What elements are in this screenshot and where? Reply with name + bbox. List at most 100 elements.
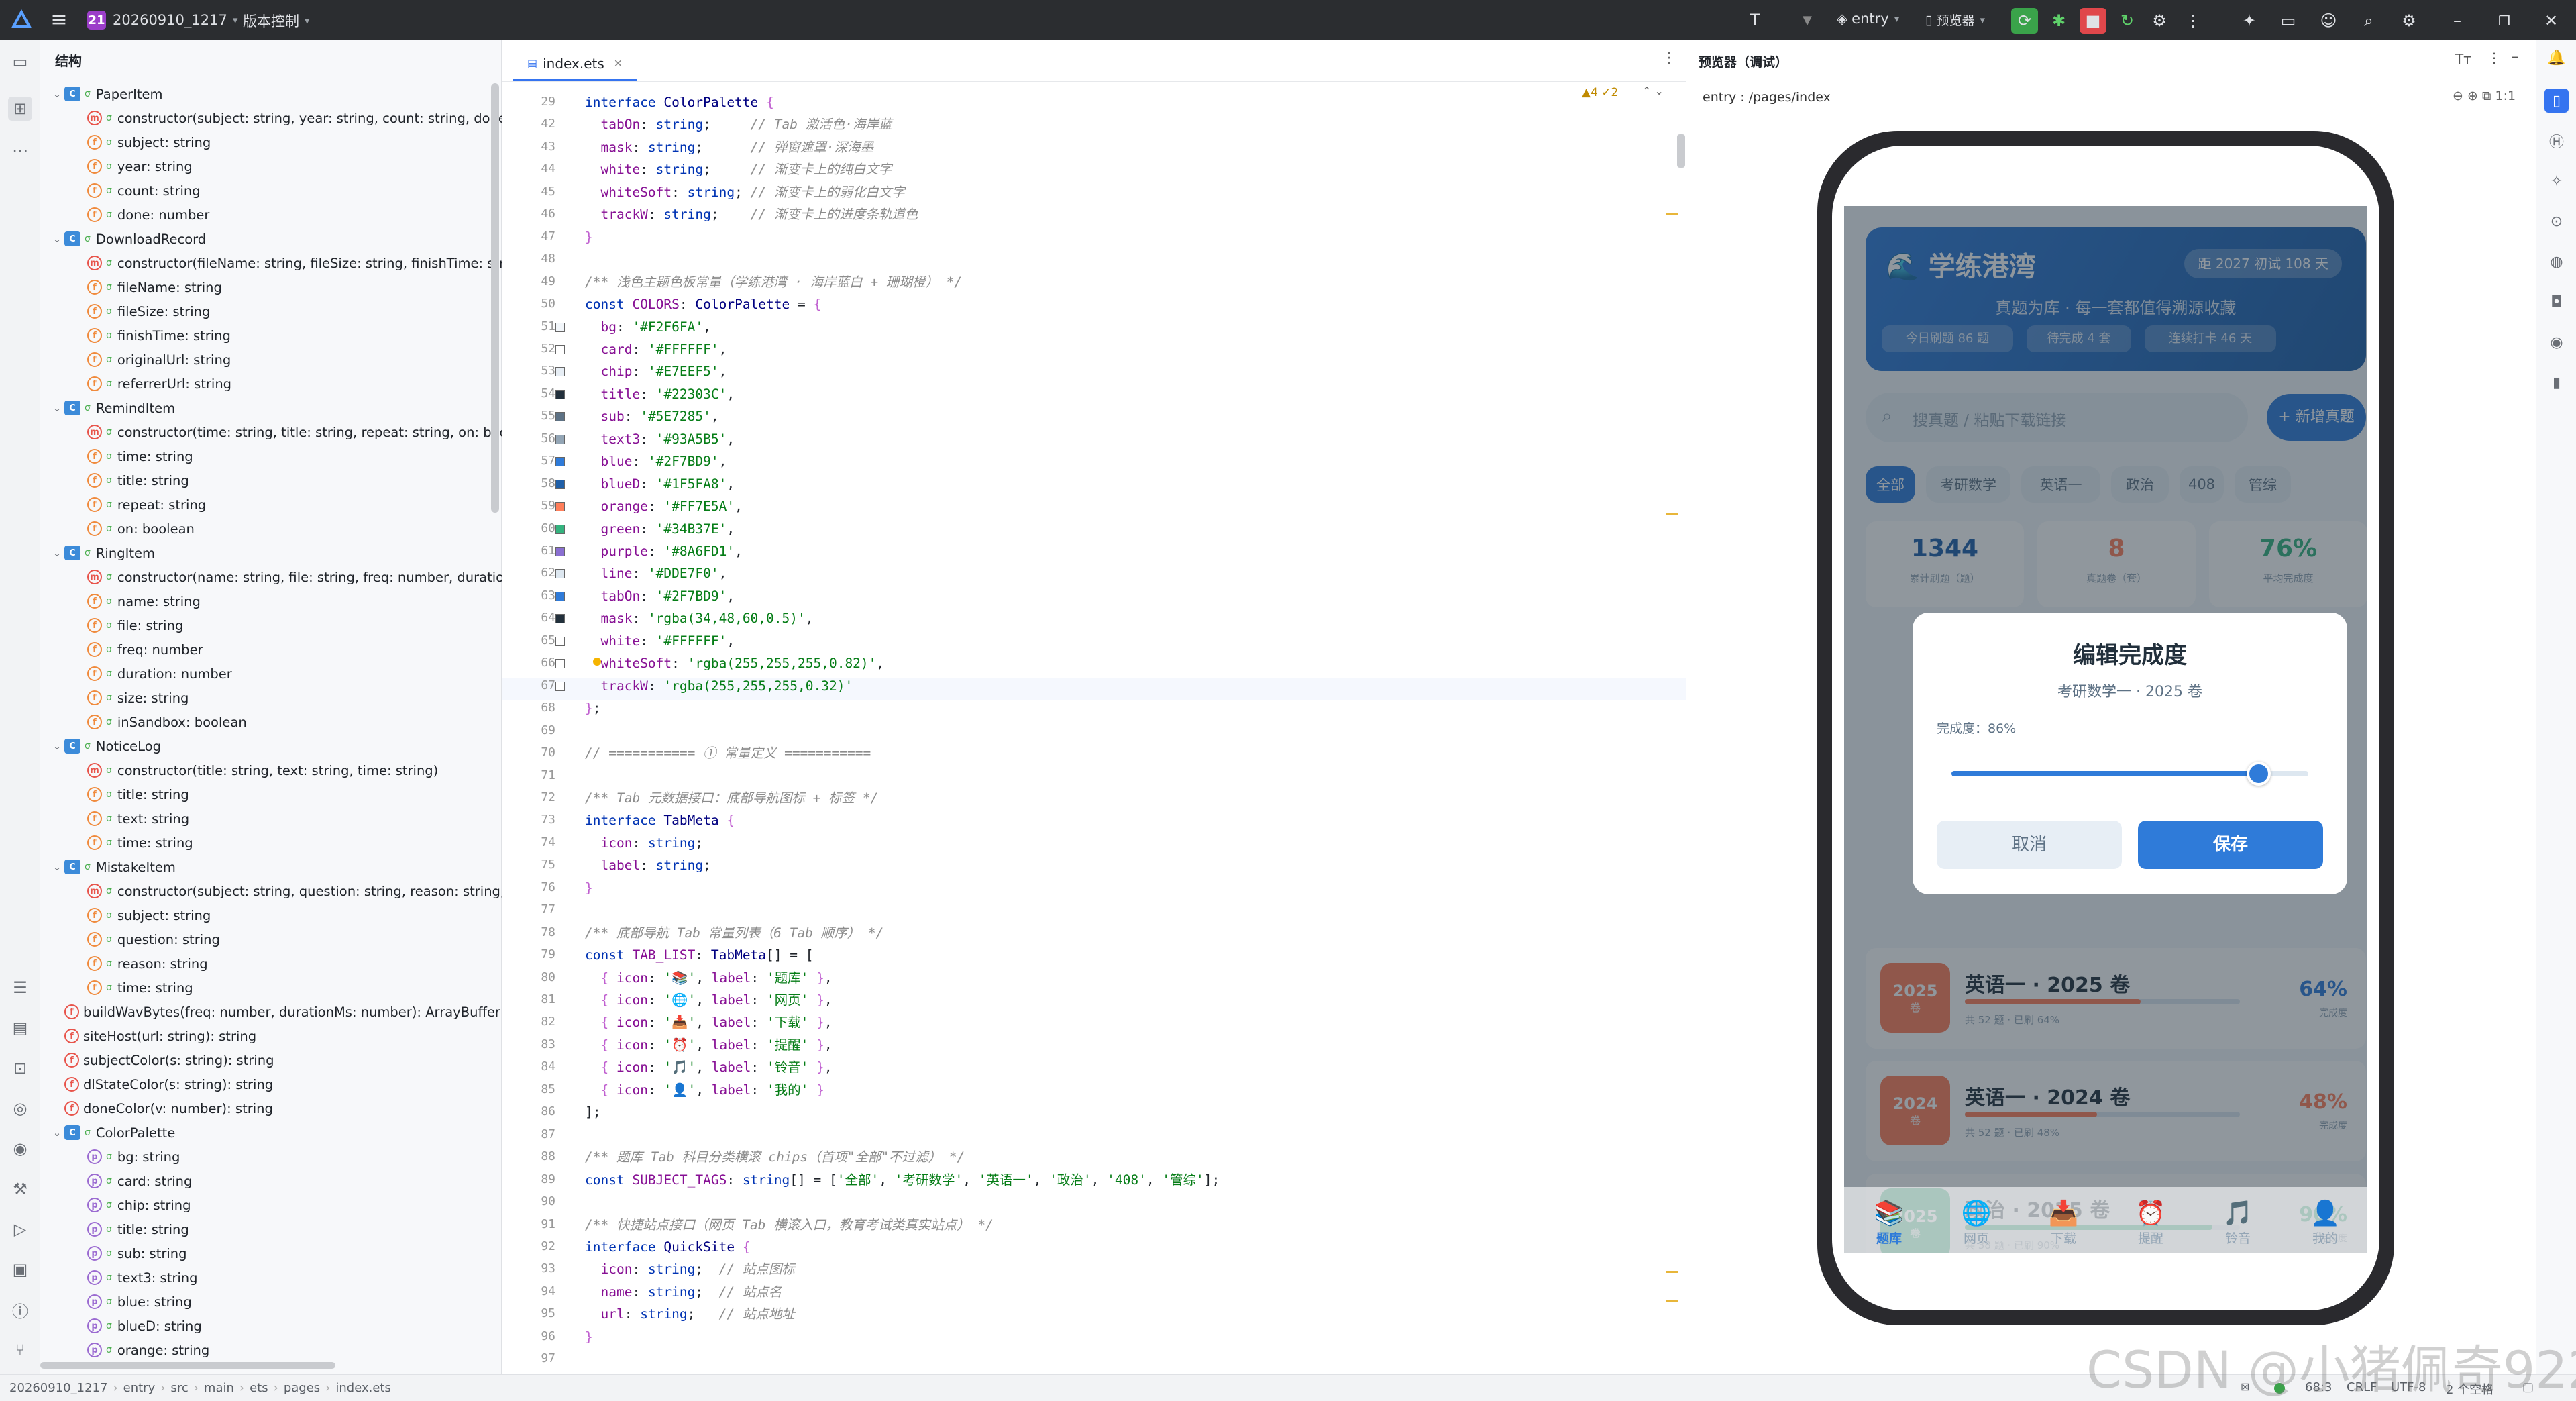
tree-scrollbar[interactable] bbox=[491, 83, 499, 513]
hammer-icon[interactable]: ▼ bbox=[1795, 8, 1819, 32]
minimize-icon[interactable]: – bbox=[2445, 8, 2470, 34]
structure-icon[interactable]: ⊞ bbox=[8, 97, 32, 121]
editor-scrollbar[interactable] bbox=[1677, 134, 1685, 168]
profiler-icon[interactable]: ◎ bbox=[8, 1096, 32, 1121]
debug-bug-icon[interactable]: ✱ bbox=[2046, 8, 2072, 34]
slider-thumb[interactable] bbox=[2246, 762, 2271, 786]
breadcrumb-item[interactable]: pages bbox=[284, 1381, 320, 1395]
harmony-icon[interactable]: Ⓗ bbox=[2544, 129, 2569, 153]
code-linter-icon[interactable]: ⊡ bbox=[8, 1056, 32, 1080]
tree-node[interactable]: f σ question: string bbox=[72, 927, 220, 951]
apply-changes-icon[interactable]: ↻ bbox=[2114, 8, 2140, 34]
tree-node[interactable]: f σ size: string bbox=[72, 686, 189, 710]
account-icon[interactable]: ☺ bbox=[2316, 8, 2341, 34]
tree-node[interactable]: f σ title: string bbox=[72, 782, 189, 807]
tree-node[interactable]: f buildWavBytes(freq: number, durationMs:… bbox=[50, 1000, 500, 1024]
tree-node[interactable]: ⌄ Cσ DownloadRecord bbox=[50, 227, 206, 251]
tree-node[interactable]: f σ title: string bbox=[72, 468, 189, 492]
git-branch-icon[interactable]: ⑂ bbox=[8, 1338, 32, 1362]
camera-icon[interactable]: ◘ bbox=[2544, 290, 2569, 314]
device-manager-icon[interactable]: ✦ bbox=[2237, 8, 2262, 34]
tab-index-ets[interactable]: ▤ index.ets ✕ bbox=[513, 48, 638, 81]
color-swatch-icon[interactable] bbox=[555, 659, 565, 669]
breadcrumb-item[interactable]: main bbox=[204, 1381, 234, 1395]
tree-node[interactable]: f σ freq: number bbox=[72, 637, 203, 662]
color-swatch-icon[interactable] bbox=[555, 389, 565, 399]
warning-marker[interactable] bbox=[1666, 213, 1678, 215]
tree-node[interactable]: f σ fileSize: string bbox=[72, 299, 210, 323]
font-size-icon[interactable]: Tт bbox=[2455, 51, 2471, 67]
warning-marker[interactable] bbox=[1666, 1271, 1678, 1273]
tree-node[interactable]: f subjectColor(s: string): string bbox=[50, 1048, 274, 1072]
build-icon[interactable]: ⚒ bbox=[8, 1177, 32, 1201]
stop-icon[interactable]: ■ bbox=[2080, 8, 2106, 34]
tree-node[interactable]: ⌄ Cσ MistakeItem bbox=[50, 855, 176, 879]
color-swatch-icon[interactable] bbox=[555, 636, 565, 646]
expand-arrow-icon[interactable]: ⌄ bbox=[50, 740, 64, 752]
folder-icon[interactable]: ▭ bbox=[2275, 8, 2301, 34]
cancel-button[interactable]: 取消 bbox=[1937, 821, 2122, 869]
breadcrumb-item[interactable]: index.ets bbox=[335, 1381, 390, 1395]
expand-arrow-icon[interactable]: ⌄ bbox=[50, 88, 64, 100]
tree-node[interactable]: p σ sub: string bbox=[72, 1241, 187, 1265]
breadcrumb-item[interactable]: src bbox=[170, 1381, 188, 1395]
tree-node[interactable]: f σ finishTime: string bbox=[72, 323, 231, 348]
zoom-controls[interactable]: ⊖ ⊕ ⧉ 1:1 bbox=[2453, 89, 2516, 103]
color-swatch-icon[interactable] bbox=[555, 479, 565, 489]
color-swatch-icon[interactable] bbox=[555, 502, 565, 512]
notifications-bell-icon[interactable]: 🔔 bbox=[2544, 46, 2569, 70]
tab-options-icon[interactable]: ⋮ bbox=[1662, 50, 1676, 66]
color-swatch-icon[interactable] bbox=[555, 344, 565, 354]
run-icon[interactable]: ▷ bbox=[8, 1217, 32, 1241]
tree-node[interactable]: f σ time: string bbox=[72, 976, 193, 1000]
tree-node[interactable]: ⌄ Cσ NoticeLog bbox=[50, 734, 161, 758]
warning-marker[interactable] bbox=[1666, 1300, 1678, 1302]
tree-node[interactable]: f σ count: string bbox=[72, 178, 201, 203]
settings-gear-icon[interactable]: ⚙ bbox=[2396, 8, 2422, 34]
tree-node[interactable]: f σ done: number bbox=[72, 203, 209, 227]
project-folder-icon[interactable]: ▭ bbox=[8, 50, 32, 74]
profiler-icon[interactable]: ⚙ bbox=[2147, 8, 2172, 34]
tree-node[interactable]: m σ constructor(subject: string, year: str… bbox=[72, 106, 553, 130]
more-tools-icon[interactable]: ⋯ bbox=[8, 138, 32, 162]
nav-tab[interactable]: ⏰ 提醒 bbox=[2107, 1199, 2194, 1247]
search-icon[interactable]: ⌕ bbox=[2356, 8, 2381, 34]
intention-bulb-icon[interactable] bbox=[593, 658, 601, 666]
services-icon[interactable]: ◉ bbox=[8, 1137, 32, 1161]
progress-slider[interactable] bbox=[1951, 762, 2308, 786]
color-swatch-icon[interactable] bbox=[555, 367, 565, 377]
tree-node[interactable]: m σ constructor(name: string, file: string… bbox=[72, 565, 550, 589]
color-swatch-icon[interactable] bbox=[555, 591, 565, 601]
tree-horizontal-scrollbar[interactable] bbox=[40, 1362, 335, 1369]
tree-node[interactable]: f σ repeat: string bbox=[72, 492, 206, 517]
tree-node[interactable]: ⌄ Cσ ColorPalette bbox=[50, 1121, 176, 1145]
tree-node[interactable]: m σ constructor(title: string, text: strin… bbox=[72, 758, 438, 782]
tree-node[interactable]: m σ constructor(subject: string, question:… bbox=[72, 879, 553, 903]
color-swatch-icon[interactable] bbox=[555, 524, 565, 534]
expand-arrow-icon[interactable]: ⌄ bbox=[50, 547, 64, 559]
color-swatch-icon[interactable] bbox=[555, 614, 565, 624]
tree-node[interactable]: p σ bg: string bbox=[72, 1145, 180, 1169]
inspection-widget[interactable]: ▲4 ✓2 bbox=[1582, 86, 1618, 99]
tree-node[interactable]: f σ fileName: string bbox=[72, 275, 222, 299]
nav-tab[interactable]: 🌐 网页 bbox=[1933, 1199, 2020, 1247]
project-selector[interactable]: 21 20260910_1217 ▾ bbox=[87, 11, 237, 30]
nav-arrows-icon[interactable]: ⌃ ⌄ bbox=[1642, 85, 1664, 97]
tree-node[interactable]: f dlStateColor(s: string): string bbox=[50, 1072, 273, 1096]
nav-tab[interactable]: 👤 我的 bbox=[2282, 1199, 2367, 1247]
color-swatch-icon[interactable] bbox=[555, 412, 565, 422]
tree-node[interactable]: f σ reason: string bbox=[72, 951, 208, 976]
save-button[interactable]: 保存 bbox=[2138, 821, 2323, 869]
more-actions-icon[interactable]: ⋮ bbox=[2180, 8, 2206, 34]
color-swatch-icon[interactable] bbox=[555, 547, 565, 556]
tree-node[interactable]: ⌄ Cσ PaperItem bbox=[50, 82, 163, 106]
maximize-icon[interactable]: ❐ bbox=[2491, 8, 2517, 34]
tree-node[interactable]: p σ card: string bbox=[72, 1169, 192, 1193]
device-selector[interactable]: ▯ 预览器 ▾ bbox=[1925, 11, 1985, 29]
refresh-run-icon[interactable]: ⟳ bbox=[2011, 8, 2038, 34]
tree-node[interactable]: f σ subject: string bbox=[72, 903, 211, 927]
eye-icon[interactable]: ◉ bbox=[2544, 330, 2569, 354]
vcs-menu[interactable]: 版本控制 ▾ bbox=[243, 11, 310, 31]
tree-node[interactable]: p σ blue: string bbox=[72, 1290, 192, 1314]
main-menu-icon[interactable]: ≡ bbox=[47, 8, 71, 32]
